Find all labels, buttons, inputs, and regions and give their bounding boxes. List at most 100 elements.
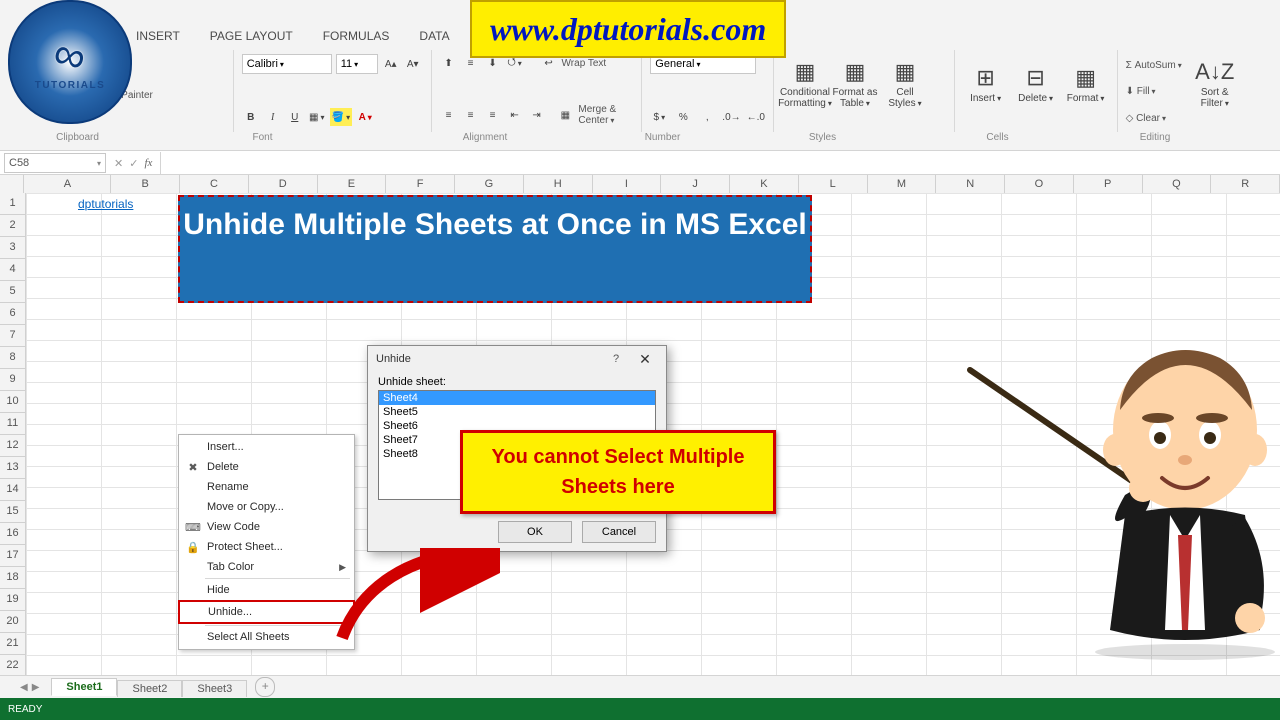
decrease-indent-icon[interactable]: ⇤ (506, 106, 524, 124)
cancel-formula-icon[interactable]: ✕ (114, 157, 123, 170)
ctx-protect-sheet[interactable]: 🔒Protect Sheet... (179, 537, 354, 557)
fill-color-button[interactable]: 🪣 (330, 108, 352, 126)
ctx-unhide[interactable]: Unhide... (178, 600, 355, 624)
row-header[interactable]: 11 (0, 413, 26, 435)
dialog-close-icon[interactable]: ✕ (630, 351, 660, 368)
col-header[interactable]: Q (1143, 175, 1212, 193)
sheet-tab-sheet2[interactable]: Sheet2 (117, 680, 182, 697)
new-sheet-button[interactable]: + (255, 677, 275, 697)
ctx-view-code[interactable]: ⌨View Code (179, 517, 354, 537)
dialog-help-icon[interactable]: ? (602, 353, 630, 365)
autosum-button[interactable]: Σ AutoSum (1126, 60, 1182, 71)
row-header[interactable]: 2 (0, 215, 26, 237)
accounting-format-button[interactable]: $ (650, 108, 668, 126)
next-sheet-icon[interactable]: ▶ (32, 682, 40, 693)
col-header[interactable]: E (318, 175, 387, 193)
cell-styles-button[interactable]: ▦Cell Styles (882, 52, 928, 116)
list-item[interactable]: Sheet5 (379, 405, 655, 419)
col-header[interactable]: J (661, 175, 730, 193)
enter-formula-icon[interactable]: ✓ (129, 157, 138, 170)
row-header[interactable]: 9 (0, 369, 26, 391)
row-header[interactable]: 22 (0, 655, 26, 677)
col-header[interactable]: H (524, 175, 593, 193)
sheet-tab-sheet3[interactable]: Sheet3 (182, 680, 247, 697)
align-right-icon[interactable]: ≡ (484, 106, 502, 124)
ctx-tab-color[interactable]: Tab Color▶ (179, 557, 354, 577)
row-header[interactable]: 17 (0, 545, 26, 567)
clear-button[interactable]: ◇ Clear (1126, 113, 1182, 124)
ctx-move-copy[interactable]: Move or Copy... (179, 497, 354, 517)
col-header[interactable]: F (386, 175, 455, 193)
format-as-table-button[interactable]: ▦Format as Table (832, 52, 878, 116)
tab-insert[interactable]: INSERT (130, 25, 186, 49)
align-top-icon[interactable]: ⬆ (440, 54, 458, 72)
column-headers[interactable]: ABCDEFGHIJKLMNOPQR (0, 175, 1280, 194)
fx-icon[interactable]: fx (144, 157, 152, 169)
row-header[interactable]: 14 (0, 479, 26, 501)
ctx-delete[interactable]: ✖Delete (179, 457, 354, 477)
font-color-button[interactable]: A (356, 108, 374, 126)
col-header[interactable]: K (730, 175, 799, 193)
sheet-tab-sheet1[interactable]: Sheet1 (51, 678, 117, 696)
increase-decimal-button[interactable]: .0→ (722, 108, 740, 126)
tab-data[interactable]: DATA (413, 25, 455, 49)
decrease-font-icon[interactable]: A▾ (404, 55, 422, 73)
name-box[interactable]: C58 (4, 153, 106, 173)
fill-button[interactable]: ⬇ Fill (1126, 86, 1182, 97)
align-left-icon[interactable]: ≡ (440, 106, 458, 124)
row-header[interactable]: 21 (0, 633, 26, 655)
row-header[interactable]: 6 (0, 303, 26, 325)
row-header[interactable]: 20 (0, 611, 26, 633)
align-center-icon[interactable]: ≡ (462, 106, 480, 124)
increase-font-icon[interactable]: A▴ (382, 55, 400, 73)
border-button[interactable]: ▦ (308, 108, 326, 126)
col-header[interactable]: L (799, 175, 868, 193)
row-header[interactable]: 16 (0, 523, 26, 545)
row-header[interactable]: 18 (0, 567, 26, 589)
col-header[interactable]: B (111, 175, 180, 193)
col-header[interactable]: N (936, 175, 1005, 193)
col-header[interactable]: G (455, 175, 524, 193)
ctx-select-all-sheets[interactable]: Select All Sheets (179, 627, 354, 647)
font-size-combo[interactable]: 11 (336, 54, 378, 74)
format-cells-button[interactable]: ▦Format (1063, 52, 1109, 116)
insert-cells-button[interactable]: ⊞Insert (963, 52, 1009, 116)
tab-page-layout[interactable]: PAGE LAYOUT (204, 25, 299, 49)
underline-button[interactable]: U (286, 108, 304, 126)
row-header[interactable]: 12 (0, 435, 26, 457)
dialog-titlebar[interactable]: Unhide ? ✕ (368, 346, 666, 372)
formula-input[interactable] (160, 152, 1280, 174)
col-header[interactable] (0, 175, 24, 193)
col-header[interactable]: P (1074, 175, 1143, 193)
row-header[interactable]: 19 (0, 589, 26, 611)
comma-button[interactable]: , (698, 108, 716, 126)
col-header[interactable]: C (180, 175, 249, 193)
bold-button[interactable]: B (242, 108, 260, 126)
col-header[interactable]: O (1005, 175, 1074, 193)
font-name-combo[interactable]: Calibri (242, 54, 332, 74)
col-header[interactable]: M (868, 175, 937, 193)
col-header[interactable]: D (249, 175, 318, 193)
merge-center-button[interactable]: Merge & Center (578, 104, 633, 126)
tab-formulas[interactable]: FORMULAS (317, 25, 396, 49)
list-item[interactable]: Sheet4 (379, 391, 655, 405)
col-header[interactable]: I (593, 175, 662, 193)
col-header[interactable]: R (1211, 175, 1280, 193)
ctx-insert[interactable]: Insert... (179, 437, 354, 457)
conditional-formatting-button[interactable]: ▦Conditional Formatting (782, 52, 828, 116)
decrease-decimal-button[interactable]: ←.0 (747, 108, 765, 126)
increase-indent-icon[interactable]: ⇥ (528, 106, 546, 124)
col-header[interactable]: A (24, 175, 111, 193)
delete-cells-button[interactable]: ⊟Delete (1013, 52, 1059, 116)
row-header[interactable]: 7 (0, 325, 26, 347)
row-header[interactable]: 15 (0, 501, 26, 523)
row-header[interactable]: 5 (0, 281, 26, 303)
sort-filter-button[interactable]: A↓ZSort & Filter (1192, 52, 1238, 116)
wrap-text-button[interactable]: Wrap Text (562, 58, 607, 69)
row-header[interactable]: 10 (0, 391, 26, 413)
row-header[interactable]: 1 (0, 193, 26, 215)
italic-button[interactable]: I (264, 108, 282, 126)
sheet-nav[interactable]: ◀▶ (20, 682, 39, 693)
row-header[interactable]: 4 (0, 259, 26, 281)
row-header[interactable]: 3 (0, 237, 26, 259)
